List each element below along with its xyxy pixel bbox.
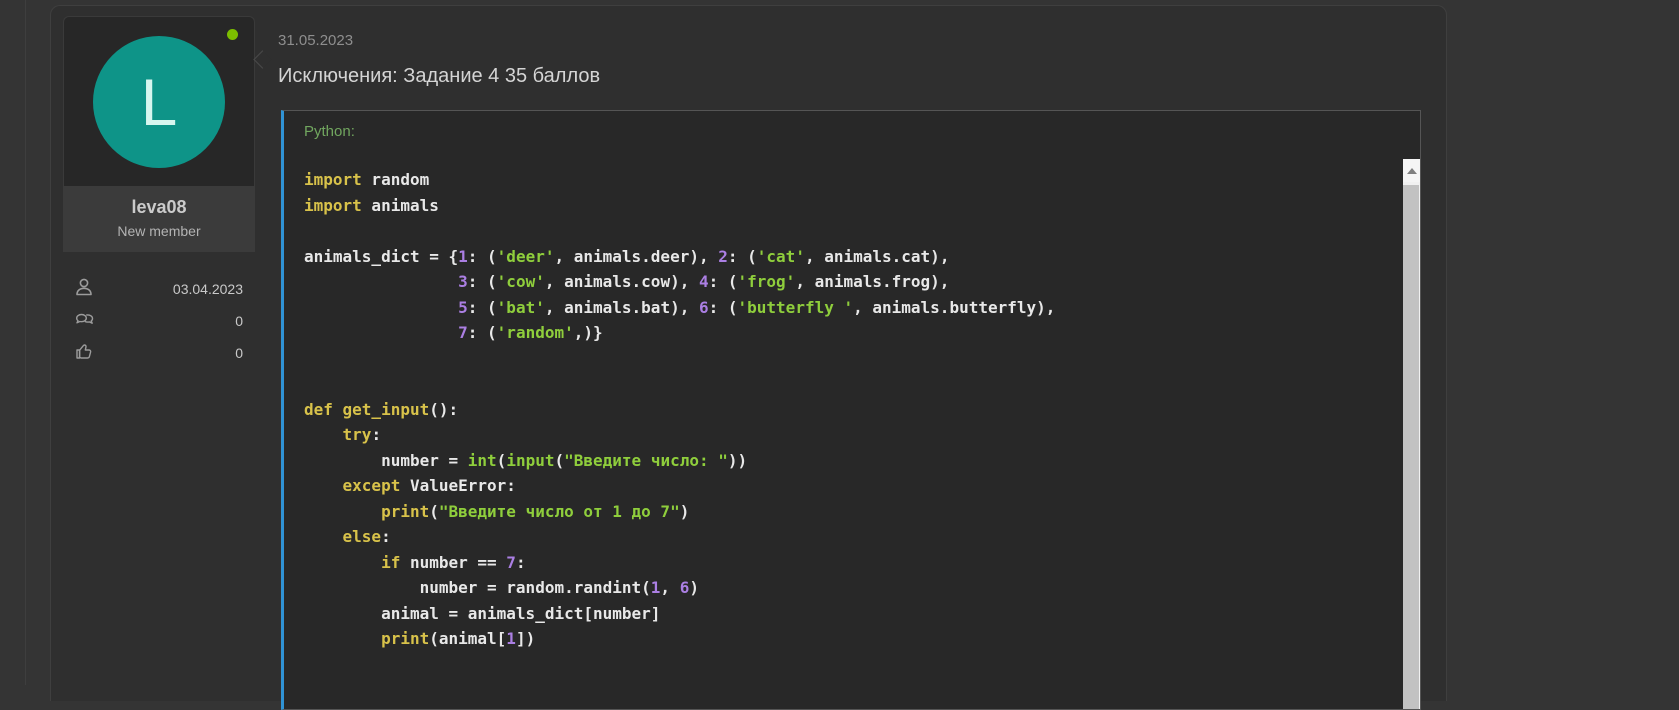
code-content: import randomimport animals animals_dict… [284, 159, 1420, 660]
code-line: number = int(input("Введите число: ")) [304, 448, 1380, 474]
scroll-up-icon [1407, 168, 1417, 174]
likes-icon [73, 340, 95, 367]
scroll-up-button[interactable] [1403, 159, 1420, 182]
code-line: print("Введите число от 1 до 7") [304, 499, 1380, 525]
stat-row: 0 [73, 305, 243, 337]
code-line: except ValueError: [304, 473, 1380, 499]
code-line: number = random.randint(1, 6) [304, 575, 1380, 601]
code-line: try: [304, 422, 1380, 448]
user-stats: 03.04.2023 0 0 [63, 252, 255, 369]
code-language-label: Python: [304, 123, 355, 140]
user-role: New member [67, 223, 251, 239]
code-line [304, 371, 1380, 397]
code-line: animal = animals_dict[number] [304, 601, 1380, 627]
code-scrollbar[interactable] [1403, 159, 1420, 709]
code-block: Python: import randomimport animals anim… [281, 110, 1421, 710]
code-line: def get_input(): [304, 397, 1380, 423]
online-indicator [227, 29, 238, 40]
post-date: 31.05.2023 [278, 32, 353, 49]
code-line: animals_dict = {1: ('deer', animals.deer… [304, 244, 1380, 270]
stat-value: 03.04.2023 [173, 281, 243, 297]
stat-value: 0 [235, 313, 243, 329]
stat-row: 0 [73, 337, 243, 369]
user-card: L leva08 New member 03.04.2023 0 0 [63, 16, 255, 369]
stat-value: 0 [235, 345, 243, 361]
stat-row: 03.04.2023 [73, 273, 243, 305]
code-line: import animals [304, 193, 1380, 219]
avatar-letter: L [141, 64, 178, 140]
avatar[interactable]: L [93, 36, 225, 168]
message-arrow [253, 50, 271, 68]
post-title: Исключения: Задание 4 35 баллов [278, 65, 600, 88]
code-line: 3: ('cow', animals.cow), 4: ('frog', ani… [304, 269, 1380, 295]
forum-post-panel: L leva08 New member 03.04.2023 0 0 31.05.2… [50, 5, 1447, 701]
avatar-box: L [63, 16, 255, 186]
username-link[interactable]: leva08 [67, 197, 251, 218]
code-line: 5: ('bat', animals.bat), 6: ('butterfly … [304, 295, 1380, 321]
code-line [304, 346, 1380, 372]
code-line: 7: ('random',)} [304, 320, 1380, 346]
page: { "theme": { "page_bg": "#343434", "pane… [0, 0, 1679, 685]
code-line: if number == 7: [304, 550, 1380, 576]
scroll-thumb[interactable] [1403, 185, 1419, 709]
user-name-strip: leva08 New member [63, 186, 255, 252]
user-icon [73, 276, 95, 303]
code-line: print(animal[1]) [304, 626, 1380, 652]
code-line [304, 218, 1380, 244]
messages-icon [73, 308, 95, 335]
code-scroll-area[interactable]: import randomimport animals animals_dict… [284, 159, 1420, 709]
code-line: else: [304, 524, 1380, 550]
code-block-header: Python: [284, 111, 1420, 159]
code-line: import random [304, 167, 1380, 193]
page-left-divider [25, 0, 26, 685]
